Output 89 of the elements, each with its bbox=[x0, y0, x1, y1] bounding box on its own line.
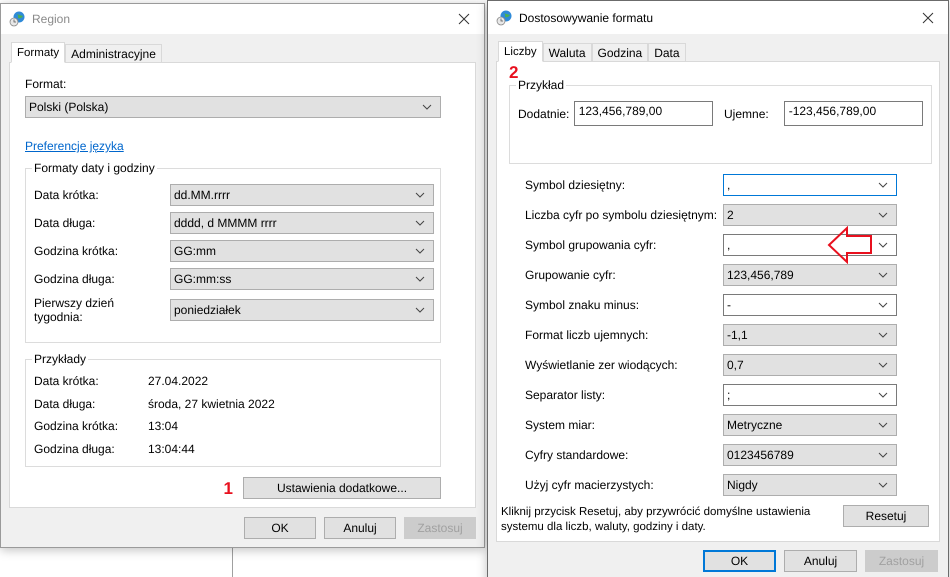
field-label: Ujemne: bbox=[724, 106, 770, 120]
chevron-down-icon bbox=[878, 332, 888, 338]
format-select[interactable]: Polski (Polska) bbox=[25, 96, 441, 118]
field-label: Separator listy: bbox=[525, 388, 606, 402]
chevron-down-icon bbox=[878, 392, 888, 398]
chevron-down-icon bbox=[878, 362, 888, 368]
example-value: 27.04.2022 bbox=[148, 374, 210, 388]
field-label: Grupowanie cyfr: bbox=[525, 268, 617, 282]
chevron-down-icon bbox=[878, 452, 888, 458]
field-label: Symbol znaku minus: bbox=[525, 298, 640, 312]
reset-note: Kliknij przycisk Resetuj, aby przywrócić domyślne ustawienia systemu dla liczb, waluty, godziny i daty. bbox=[501, 505, 812, 535]
tab[interactable]: Formaty bbox=[11, 42, 66, 63]
example-label: Godzina krótka: bbox=[34, 419, 120, 434]
annotation-number: 2 bbox=[509, 64, 518, 81]
example-label: Data długa: bbox=[34, 396, 96, 411]
chevron-down-icon bbox=[415, 276, 425, 282]
field-label: System miar: bbox=[525, 418, 596, 432]
positive-sample-field[interactable]: 123,456,789,00 bbox=[574, 101, 714, 126]
chevron-down-icon bbox=[415, 307, 425, 313]
tab[interactable]: Godzina bbox=[592, 43, 648, 62]
chevron-down-icon bbox=[415, 248, 425, 254]
field-label: Format: bbox=[25, 77, 68, 91]
example-label: Data krótka: bbox=[34, 374, 100, 388]
example-value: 13:04 bbox=[148, 419, 180, 434]
dialog-button[interactable]: Anuluj bbox=[784, 550, 857, 572]
dropdown-select[interactable]: Metryczne bbox=[723, 414, 897, 436]
example-label: Godzina długa: bbox=[34, 442, 116, 456]
chevron-down-icon bbox=[878, 242, 888, 248]
dialog-button[interactable]: OK bbox=[244, 517, 316, 539]
chevron-down-icon bbox=[422, 104, 432, 110]
language-link[interactable]: Preferencje języka bbox=[25, 139, 124, 153]
dropdown-select[interactable]: 0123456789 bbox=[723, 444, 897, 466]
field-label: Godzina długa: bbox=[34, 272, 116, 286]
field-label: Dodatnie: bbox=[518, 106, 570, 120]
field-label: Użyj cyfr macierzystych: bbox=[525, 478, 655, 492]
group-title: Formaty daty i godziny bbox=[32, 161, 157, 176]
group-title: Przykład bbox=[516, 78, 566, 93]
chevron-down-icon bbox=[878, 212, 888, 218]
field-label: Symbol dziesiętny: bbox=[525, 178, 626, 192]
editable-combo-box[interactable]: , bbox=[723, 234, 897, 256]
format-select[interactable]: dddd, d MMMM rrrr bbox=[170, 212, 434, 234]
field-label: Cyfry standardowe: bbox=[525, 448, 630, 462]
arrow-annotation bbox=[827, 226, 873, 264]
example-value: środa, 27 kwietnia 2022 bbox=[148, 396, 276, 411]
chevron-down-icon bbox=[878, 272, 888, 278]
editable-combo-box[interactable]: - bbox=[723, 294, 897, 316]
chevron-down-icon bbox=[878, 182, 888, 188]
format-select[interactable]: GG:mm bbox=[170, 240, 434, 262]
chevron-down-icon bbox=[415, 192, 425, 198]
chevron-down-icon bbox=[878, 302, 888, 308]
chevron-down-icon bbox=[878, 482, 888, 488]
window-title: Region bbox=[32, 12, 72, 26]
additional-settings-button[interactable]: Ustawienia dodatkowe... bbox=[243, 477, 441, 499]
dropdown-select[interactable]: 0,7 bbox=[723, 354, 897, 376]
close-icon bbox=[922, 12, 934, 24]
tab[interactable]: Data bbox=[648, 43, 686, 62]
dropdown-select[interactable]: Nigdy bbox=[723, 474, 897, 496]
field-label: Godzina krótka: bbox=[34, 244, 120, 258]
format-select[interactable]: poniedziałek bbox=[170, 299, 434, 321]
window-title: Dostosowywanie formatu bbox=[519, 10, 654, 24]
field-label: Wyświetlanie zer wiodących: bbox=[525, 358, 679, 372]
field-label: Format liczb ujemnych: bbox=[525, 328, 650, 342]
example-value: 13:04:44 bbox=[148, 442, 196, 456]
tab[interactable]: Liczby bbox=[498, 41, 543, 62]
field-label: Liczba cyfr po symbolu dziesiętnym: bbox=[525, 208, 718, 222]
globe-icon bbox=[9, 11, 25, 27]
editable-combo-box[interactable]: ; bbox=[723, 384, 897, 406]
editable-combo-box[interactable]: , bbox=[723, 174, 897, 196]
tab[interactable]: Administracyjne bbox=[65, 44, 162, 63]
dropdown-select[interactable]: 2 bbox=[723, 204, 897, 226]
annotation-number: 1 bbox=[224, 480, 233, 496]
field-label: Symbol grupowania cyfr: bbox=[525, 238, 658, 252]
globe-icon bbox=[496, 10, 512, 26]
dialog-button[interactable]: Anuluj bbox=[324, 517, 396, 539]
field-label: Data krótka: bbox=[34, 188, 100, 202]
field-label: Pierwszy dzień tygodnia: bbox=[34, 296, 116, 324]
format-select[interactable]: GG:mm:ss bbox=[170, 268, 434, 290]
dialog-button[interactable]: OK bbox=[703, 550, 776, 572]
close-icon bbox=[458, 13, 470, 25]
field-label: Data długa: bbox=[34, 216, 96, 230]
chevron-down-icon bbox=[878, 422, 888, 428]
dropdown-select[interactable]: -1,1 bbox=[723, 324, 897, 346]
group-title: Przykłady bbox=[32, 352, 88, 367]
chevron-down-icon bbox=[415, 220, 425, 226]
tab[interactable]: Waluta bbox=[542, 43, 592, 62]
format-select[interactable]: dd.MM.rrrr bbox=[170, 184, 434, 206]
dropdown-select[interactable]: 123,456,789 bbox=[723, 264, 897, 286]
negative-sample-field[interactable]: -123,456,789,00 bbox=[784, 101, 924, 126]
reset-button[interactable]: Resetuj bbox=[843, 505, 929, 527]
